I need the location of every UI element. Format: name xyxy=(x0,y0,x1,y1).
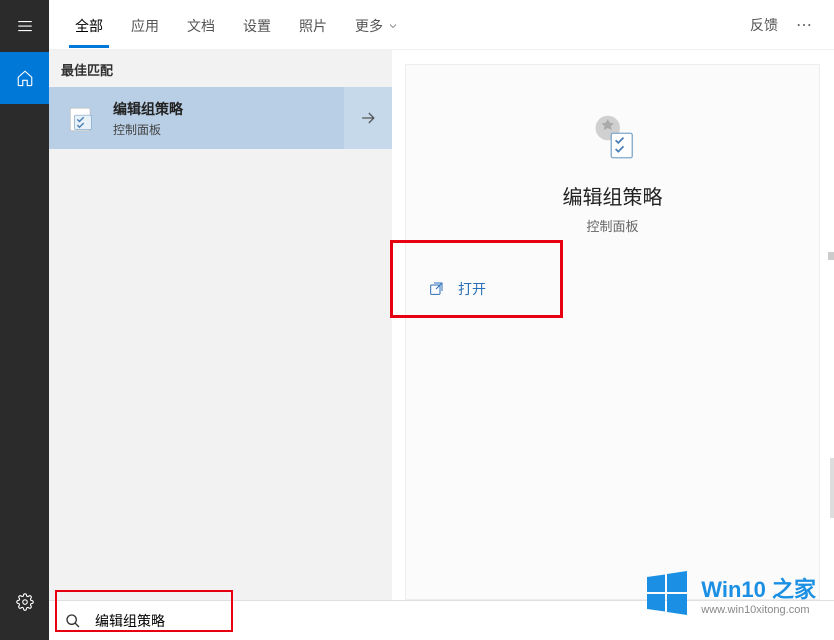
watermark-main: Win10 之家 xyxy=(701,572,816,604)
chevron-down-icon xyxy=(387,20,399,32)
tab-more[interactable]: 更多 xyxy=(341,2,413,48)
preview-icon xyxy=(581,103,645,167)
scroll-hint xyxy=(830,458,834,518)
tabs: 全部 应用 文档 设置 照片 更多 xyxy=(61,2,413,48)
tab-documents[interactable]: 文档 xyxy=(173,2,229,48)
preview-subtitle: 控制面板 xyxy=(406,216,819,235)
action-open[interactable]: 打开 xyxy=(406,265,819,313)
hamburger-icon xyxy=(16,17,34,35)
windows-logo-icon xyxy=(643,567,691,620)
tab-settings[interactable]: 设置 xyxy=(229,2,285,48)
result-title: 编辑组策略 xyxy=(113,99,344,119)
gpedit-icon xyxy=(63,98,103,138)
hamburger-button[interactable] xyxy=(0,0,49,52)
header: 全部 应用 文档 设置 照片 更多 反馈 ⋯ xyxy=(49,0,834,50)
watermark: Win10 之家 www.win10xitong.com xyxy=(643,567,816,620)
open-icon xyxy=(428,281,444,297)
result-item-gpedit[interactable]: 编辑组策略 控制面板 xyxy=(49,87,392,149)
arrow-right-icon xyxy=(358,108,378,128)
watermark-sub: www.win10xitong.com xyxy=(701,604,816,616)
preview-actions: 打开 xyxy=(406,265,819,313)
more-options-button[interactable]: ⋯ xyxy=(788,15,822,35)
gear-icon xyxy=(16,593,34,611)
action-open-label: 打开 xyxy=(458,279,486,299)
settings-button[interactable] xyxy=(0,576,49,628)
feedback-button[interactable]: 反馈 xyxy=(740,15,788,35)
scroll-hint xyxy=(828,252,834,260)
tab-photos[interactable]: 照片 xyxy=(285,2,341,48)
preview-title: 编辑组策略 xyxy=(406,181,819,210)
result-open-arrow[interactable] xyxy=(344,87,392,149)
tab-all[interactable]: 全部 xyxy=(61,2,117,48)
tab-more-label: 更多 xyxy=(355,16,383,36)
home-button[interactable] xyxy=(0,52,49,104)
section-best-match: 最佳匹配 xyxy=(49,50,392,87)
result-text: 编辑组策略 控制面板 xyxy=(113,99,344,138)
watermark-text: Win10 之家 www.win10xitong.com xyxy=(701,572,816,616)
results-panel: 最佳匹配 编辑组策略 控制面板 xyxy=(49,50,392,600)
search-icon xyxy=(65,613,81,629)
result-subtitle: 控制面板 xyxy=(113,121,344,138)
sidebar xyxy=(0,0,49,640)
tab-apps[interactable]: 应用 xyxy=(117,2,173,48)
home-icon xyxy=(16,69,34,87)
preview-panel: 编辑组策略 控制面板 打开 xyxy=(405,64,820,600)
